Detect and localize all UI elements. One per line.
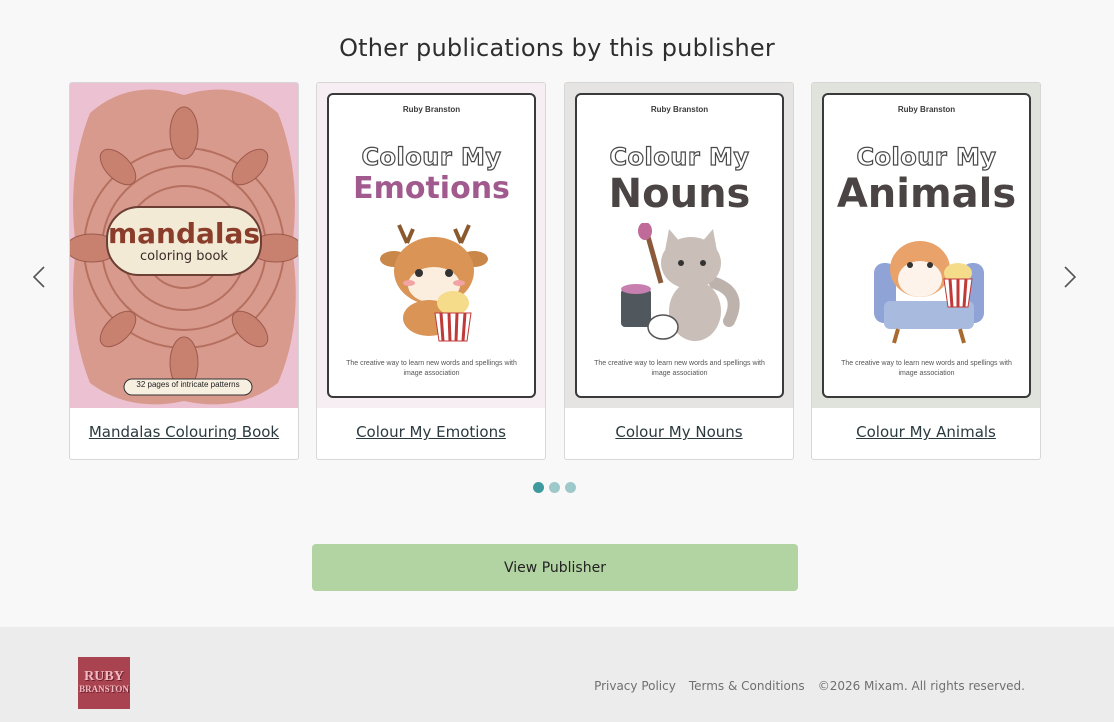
book-cover-mandalas[interactable]: mandalas coloring book 32 pages of intri…	[70, 83, 298, 408]
chevron-right-icon	[1064, 266, 1076, 288]
publication-title-link[interactable]: Colour My Animals	[812, 423, 1040, 441]
section-heading: Other publications by this publisher	[339, 34, 775, 62]
cover-badge-title: mandalas	[107, 217, 261, 250]
cover-author: Ruby Branston	[650, 105, 709, 114]
cover-footer-text: 32 pages of intricate patterns	[136, 380, 240, 389]
cat-icon	[621, 223, 740, 341]
privacy-policy-link[interactable]: Privacy Policy	[594, 679, 676, 693]
book-cover-emotions[interactable]: Ruby Branston Colour My Emotions The cre…	[317, 83, 545, 408]
publication-title-link[interactable]: Colour My Emotions	[317, 423, 545, 441]
publication-card-nouns[interactable]: Ruby Branston Colour My Nouns The creati…	[564, 82, 794, 460]
carousel-pagination	[533, 482, 576, 493]
copyright-text: ©2026 Mixam. All rights reserved.	[817, 679, 1025, 693]
hamster-icon	[874, 241, 984, 344]
cover-tagline: The creative way to learn new words and …	[346, 360, 517, 377]
publisher-logo[interactable]: RUBY BRANSTON	[78, 657, 130, 709]
cover-title-line2: Nouns	[608, 171, 751, 217]
logo-text-line1: RUBY	[84, 669, 124, 684]
cover-author: Ruby Branston	[897, 105, 956, 114]
cover-author: Ruby Branston	[402, 105, 461, 114]
publication-card-emotions[interactable]: Ruby Branston Colour My Emotions The cre…	[316, 82, 546, 460]
logo-text-line2: BRANSTON	[79, 684, 129, 694]
publication-title-link[interactable]: Mandalas Colouring Book	[70, 423, 298, 441]
publication-card-animals[interactable]: Ruby Branston Colour My Animals The crea…	[811, 82, 1041, 460]
cover-title-line1: Colour My	[856, 142, 997, 171]
cover-frame: Ruby Branston Colour My Emotions The cre…	[327, 93, 536, 398]
site-footer: RUBY BRANSTON Privacy Policy Terms & Con…	[0, 627, 1114, 722]
cover-title-line1: Colour My	[361, 142, 502, 171]
cover-title-line2: Animals	[836, 171, 1017, 217]
pagination-dot-3[interactable]	[565, 482, 576, 493]
deer-icon	[380, 224, 488, 342]
pagination-dot-2[interactable]	[549, 482, 560, 493]
carousel-next-button[interactable]	[1058, 264, 1082, 290]
book-cover-nouns[interactable]: Ruby Branston Colour My Nouns The creati…	[565, 83, 793, 408]
cover-tagline: The creative way to learn new words and …	[841, 360, 1012, 377]
cover-badge-subtitle: coloring book	[140, 249, 228, 264]
view-publisher-button[interactable]: View Publisher	[312, 544, 798, 591]
publication-card-mandalas[interactable]: mandalas coloring book 32 pages of intri…	[69, 82, 299, 460]
chevron-left-icon	[33, 266, 45, 288]
cover-tagline: The creative way to learn new words and …	[594, 360, 765, 377]
footer-links: Privacy Policy Terms & Conditions ©2026 …	[594, 679, 1025, 693]
cover-title-line1: Colour My	[609, 142, 750, 171]
pagination-dot-1[interactable]	[533, 482, 544, 493]
cover-title-line2: Emotions	[353, 171, 510, 206]
publication-title-link[interactable]: Colour My Nouns	[565, 423, 793, 441]
book-cover-animals[interactable]: Ruby Branston Colour My Animals The crea…	[812, 83, 1040, 408]
cover-frame: Ruby Branston Colour My Nouns The creati…	[575, 93, 784, 398]
carousel-prev-button[interactable]	[27, 264, 51, 290]
cover-frame: Ruby Branston Colour My Animals The crea…	[822, 93, 1031, 398]
publisher-publications-section: Other publications by this publisher man…	[0, 0, 1114, 627]
terms-link[interactable]: Terms & Conditions	[689, 679, 805, 693]
